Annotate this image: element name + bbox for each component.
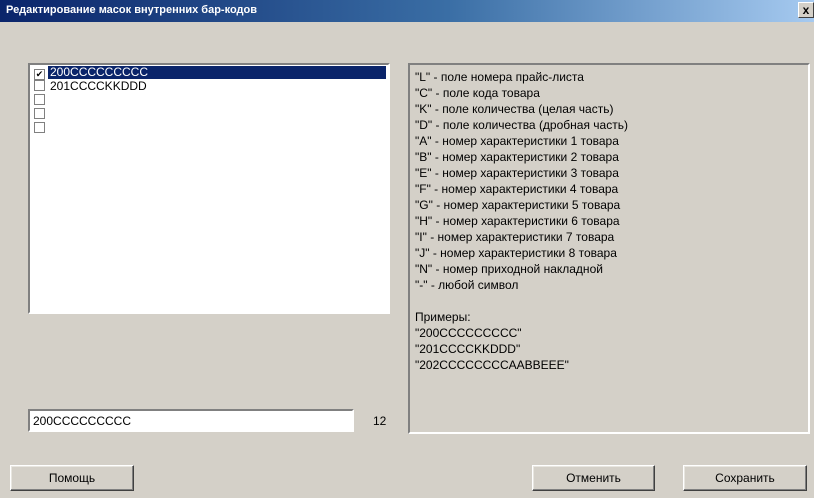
help-line: "A" - номер характеристики 1 товара [415, 134, 619, 148]
save-button[interactable]: Сохранить [683, 465, 807, 491]
help-line: Примеры: [415, 310, 471, 324]
help-line: "I" - номер характеристики 7 товара [415, 230, 615, 244]
mask-input[interactable]: 200CCCCCCCCC [28, 409, 354, 432]
help-line: "G" - номер характеристики 5 товара [415, 198, 621, 212]
close-button[interactable]: x [798, 2, 814, 18]
help-line: "F" - номер характеристики 4 товара [415, 182, 619, 196]
help-line: "N" - номер приходной накладной [415, 262, 603, 276]
window-title: Редактирование масок внутренних бар-кодо… [6, 4, 257, 16]
list-item-label: 200CCCCCCCCC [48, 66, 386, 79]
help-line: "D" - поле количества (дробная часть) [415, 118, 628, 132]
cancel-button[interactable]: Отменить [532, 465, 655, 491]
list-item-label: 201CCCCKKDDD [50, 79, 147, 93]
list-item[interactable] [30, 93, 388, 107]
checkbox[interactable] [34, 108, 45, 119]
help-line: "J" - номер характеристики 8 товара [415, 246, 617, 260]
help-line: "H" - номер характеристики 6 товара [415, 214, 620, 228]
help-line: "200CCCCCCCCC" [415, 326, 522, 340]
help-line: "201CCCCKKDDD" [415, 342, 521, 356]
list-item[interactable]: ✔ 200CCCCCCCCC [30, 65, 388, 80]
help-line: "K" - поле количества (целая часть) [415, 102, 614, 116]
help-panel: "L" - поле номера прайс-листа "C" - поле… [408, 63, 810, 434]
help-line: "-" - любой символ [415, 278, 519, 292]
help-line: "E" - номер характеристики 3 товара [415, 166, 619, 180]
checkbox[interactable] [34, 94, 45, 105]
title-bar: Редактирование масок внутренних бар-кодо… [0, 0, 814, 22]
help-line: "202CCCCCCCCAABBEEE" [415, 358, 569, 372]
mask-list[interactable]: ✔ 200CCCCCCCCC 201CCCCKKDDD [28, 63, 390, 314]
checkbox[interactable] [34, 80, 45, 91]
list-item[interactable]: 201CCCCKKDDD [30, 79, 388, 93]
help-line: "B" - номер характеристики 2 товара [415, 150, 619, 164]
help-button[interactable]: Помощь [10, 465, 134, 491]
checkbox[interactable] [34, 122, 45, 133]
list-item[interactable] [30, 121, 388, 135]
help-line: "C" - поле кода товара [415, 86, 540, 100]
mask-length-counter: 12 [373, 414, 387, 428]
help-line [415, 293, 808, 309]
help-line: "L" - поле номера прайс-листа [415, 70, 584, 84]
list-item[interactable] [30, 107, 388, 121]
